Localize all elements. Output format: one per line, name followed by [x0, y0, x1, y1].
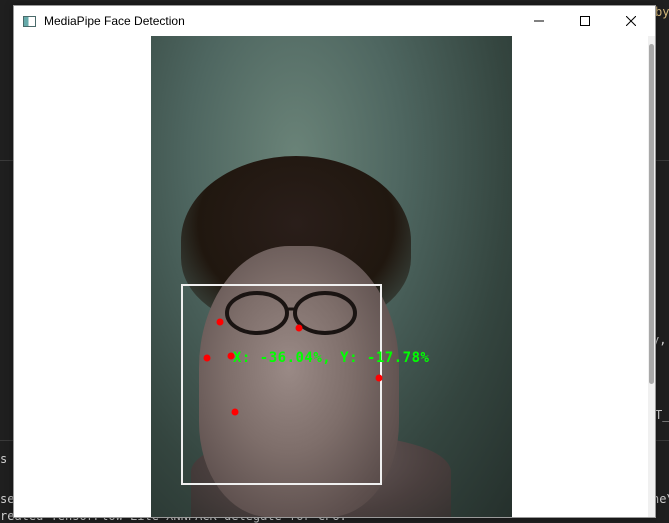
background-text: s	[0, 452, 8, 466]
vertical-scrollbar[interactable]	[648, 36, 655, 517]
window-title: MediaPipe Face Detection	[44, 14, 185, 28]
scrollbar-thumb[interactable]	[649, 44, 654, 384]
minimize-icon	[534, 20, 544, 22]
app-window: MediaPipe Face Detection X: -36.04%, Y: …	[13, 5, 656, 518]
face-landmark-mouth	[231, 408, 239, 416]
face-position-readout: X: -36.04%, Y: -17.78%	[233, 350, 430, 366]
title-bar[interactable]: MediaPipe Face Detection	[14, 6, 655, 36]
face-landmark-left-ear	[375, 374, 383, 382]
maximize-icon	[580, 16, 590, 26]
background-text: by	[655, 5, 669, 19]
face-landmark-right-ear	[203, 354, 211, 362]
close-button[interactable]	[608, 6, 654, 36]
close-icon	[626, 16, 636, 26]
video-viewport: X: -36.04%, Y: -17.78%	[14, 36, 655, 517]
app-icon	[23, 15, 36, 27]
minimize-button[interactable]	[516, 6, 562, 36]
camera-feed: X: -36.04%, Y: -17.78%	[151, 36, 512, 517]
face-bounding-box	[181, 284, 382, 485]
face-landmark-left-eye	[295, 324, 303, 332]
background-text: T_	[655, 408, 669, 422]
maximize-button[interactable]	[562, 6, 608, 36]
face-landmark-right-eye	[216, 318, 224, 326]
